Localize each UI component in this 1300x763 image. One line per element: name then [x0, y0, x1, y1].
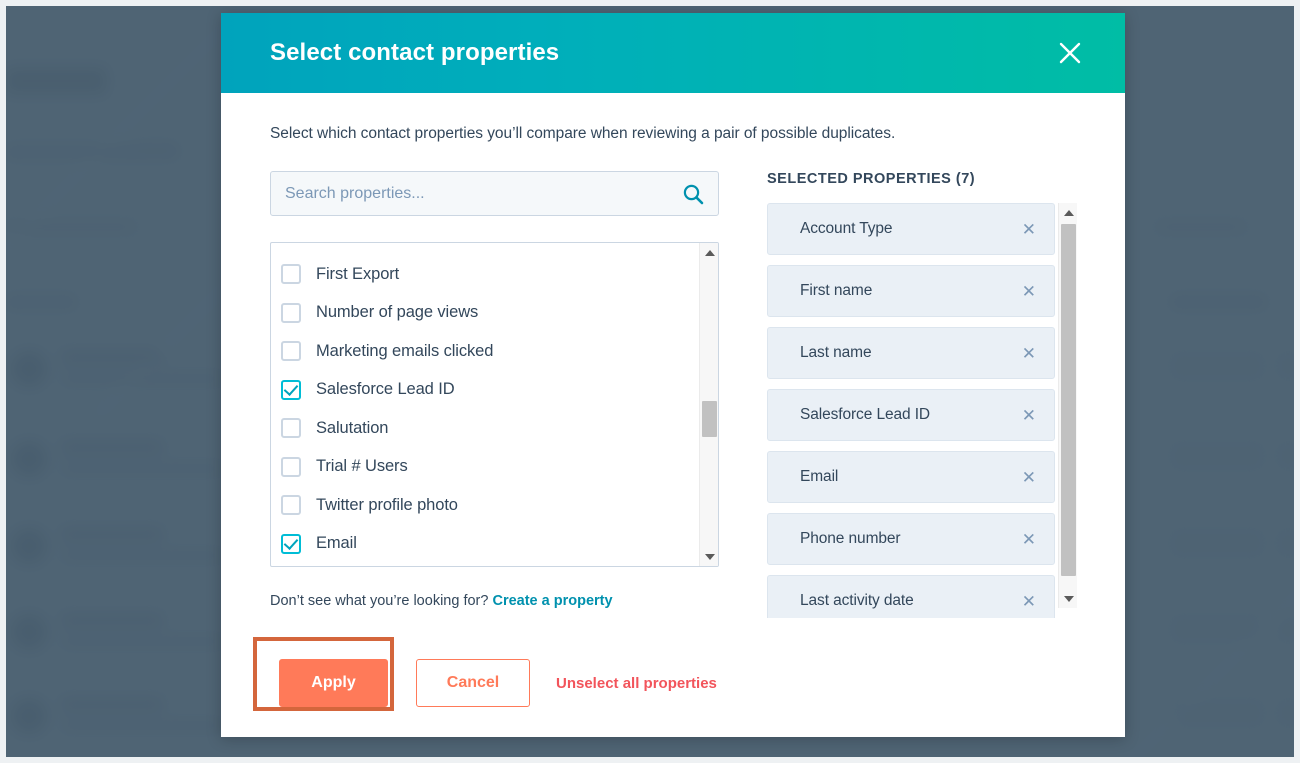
chip-label: Salesforce Lead ID [800, 406, 931, 423]
remove-chip-icon[interactable]: ✕ [1018, 589, 1040, 614]
selected-properties-scrollbar[interactable] [1058, 203, 1077, 608]
modal-title: Select contact properties [270, 39, 560, 66]
property-checkbox-list[interactable]: First Export Number of page views Market… [270, 242, 719, 567]
selected-property-chip[interactable]: Salesforce Lead ID ✕ [767, 389, 1055, 441]
chip-label: First name [800, 282, 873, 299]
scroll-up-icon[interactable] [700, 243, 718, 262]
create-property-hint: Don’t see what you’re looking for? Creat… [270, 593, 719, 609]
property-label: Number of page views [316, 303, 479, 322]
checkbox[interactable] [281, 456, 301, 477]
property-label: Salutation [316, 418, 389, 437]
selected-properties-list[interactable]: Account Type ✕ First name ✕ Last name ✕ … [767, 203, 1077, 618]
create-a-property-link[interactable]: Create a property [492, 593, 612, 609]
search-properties-field[interactable] [270, 171, 719, 216]
property-label: Trial # Users [316, 457, 408, 476]
property-label: First Export [316, 264, 400, 283]
property-label: Marketing emails clicked [316, 341, 494, 360]
chip-label: Last name [800, 344, 872, 361]
chip-label: Account Type [800, 220, 893, 237]
checkbox-checked[interactable] [281, 379, 301, 400]
checkbox[interactable] [281, 418, 301, 439]
scroll-up-icon[interactable] [1059, 203, 1077, 222]
selected-property-chip[interactable]: Email ✕ [767, 451, 1055, 503]
selected-properties-title: SELECTED PROPERTIES (7) [767, 171, 976, 187]
property-list-item[interactable]: Marketing emails clicked [271, 332, 718, 371]
chip-label: Email [800, 468, 839, 485]
chip-label: Last activity date [800, 592, 914, 609]
selected-property-chip[interactable]: Phone number ✕ [767, 513, 1055, 565]
remove-chip-icon[interactable]: ✕ [1018, 341, 1040, 366]
hint-text: Don’t see what you’re looking for? [270, 593, 493, 609]
checkbox-checked[interactable] [281, 533, 301, 554]
remove-chip-icon[interactable]: ✕ [1018, 403, 1040, 428]
search-input[interactable] [271, 172, 718, 215]
scrollbar-thumb[interactable] [702, 401, 717, 437]
remove-chip-icon[interactable]: ✕ [1018, 279, 1040, 304]
property-list-item[interactable]: Salesforce Lead ID [271, 371, 718, 410]
scrollbar-thumb[interactable] [1061, 224, 1076, 576]
remove-chip-icon[interactable]: ✕ [1018, 527, 1040, 552]
selected-property-chip[interactable]: Account Type ✕ [767, 203, 1055, 255]
close-icon[interactable] [1053, 36, 1087, 70]
cancel-button[interactable]: Cancel [416, 659, 530, 707]
property-list-scrollbar[interactable] [699, 243, 718, 566]
property-label: Salesforce Lead ID [316, 380, 455, 399]
modal-body: Select which contact properties you’ll c… [221, 93, 1125, 629]
property-list-item-partial[interactable] [271, 563, 718, 566]
property-label: Twitter profile photo [316, 495, 458, 514]
remove-chip-icon[interactable]: ✕ [1018, 465, 1040, 490]
checkbox[interactable] [281, 264, 301, 285]
modal-description: Select which contact properties you’ll c… [270, 125, 896, 142]
scroll-down-icon[interactable] [700, 547, 718, 566]
property-label: Email [316, 534, 357, 553]
property-list-item[interactable]: Number of page views [271, 294, 718, 333]
checkbox[interactable] [281, 495, 301, 516]
search-icon[interactable] [682, 183, 704, 205]
property-list-item[interactable]: Salutation [271, 409, 718, 448]
selected-properties-column: SELECTED PROPERTIES (7) Account Type ✕ F… [767, 171, 1077, 618]
remove-chip-icon[interactable]: ✕ [1018, 217, 1040, 242]
chip-label: Phone number [800, 530, 901, 547]
apply-button[interactable]: Apply [279, 659, 388, 707]
selected-property-chip[interactable]: Last name ✕ [767, 327, 1055, 379]
property-list-item[interactable]: Trial # Users [271, 448, 718, 487]
property-list-item[interactable]: Twitter profile photo [271, 486, 718, 525]
unselect-all-properties-link[interactable]: Unselect all properties [556, 675, 717, 692]
modal-footer: Apply Cancel Unselect all properties [221, 629, 1125, 737]
property-list-item[interactable]: Email [271, 525, 718, 564]
modal-header: Select contact properties [221, 13, 1125, 93]
property-search-column: First Export Number of page views Market… [270, 171, 719, 618]
property-list-item[interactable]: First Export [271, 255, 718, 294]
selected-property-chip[interactable]: Last activity date ✕ [767, 575, 1055, 618]
checkbox[interactable] [281, 302, 301, 323]
checkbox[interactable] [281, 341, 301, 362]
scroll-down-icon[interactable] [1059, 589, 1077, 608]
select-contact-properties-modal: Select contact properties Select which c… [221, 13, 1125, 737]
selected-property-chip[interactable]: First name ✕ [767, 265, 1055, 317]
